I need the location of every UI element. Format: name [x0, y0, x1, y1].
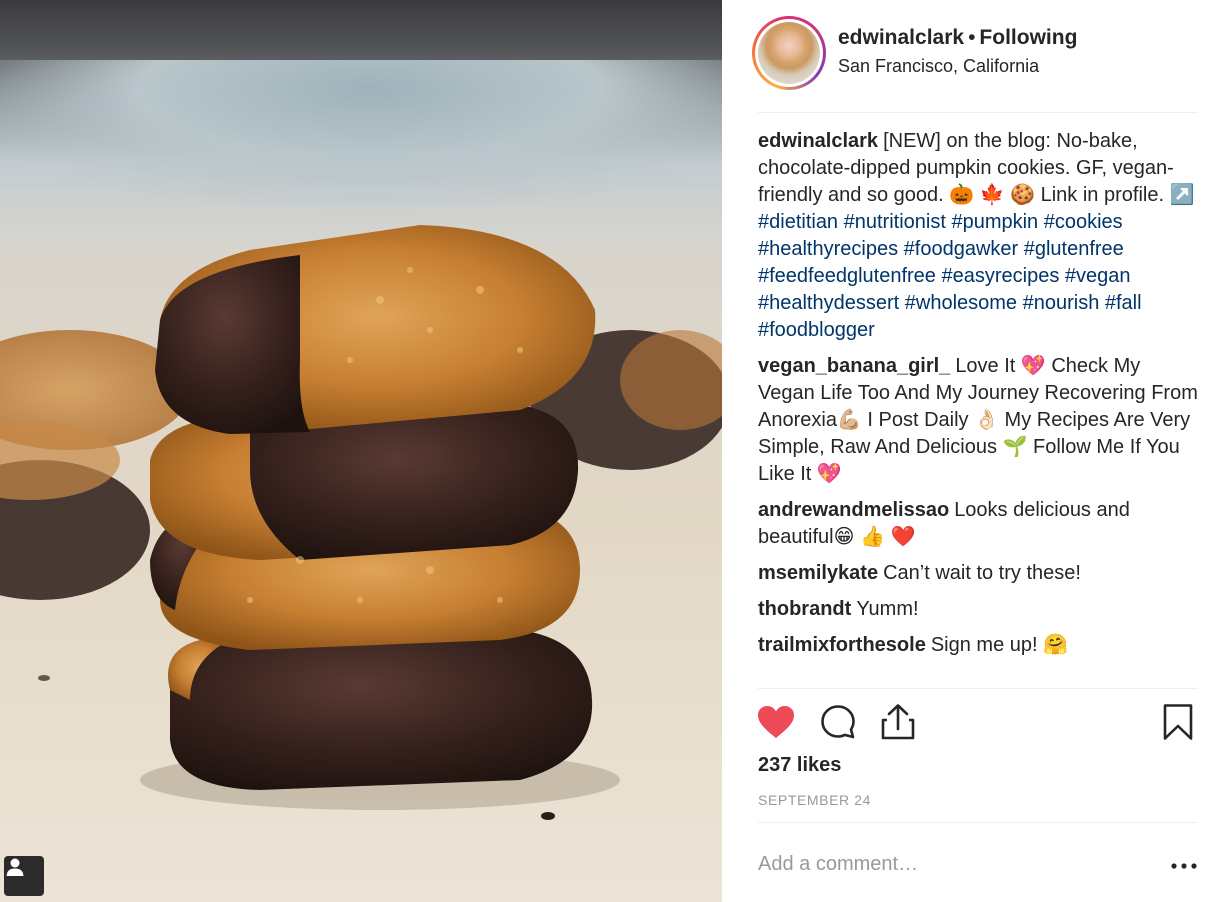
ellipsis-icon — [1171, 863, 1197, 869]
comment-username[interactable]: andrewandmelissao — [758, 499, 949, 521]
post-header: edwinalclark • Following San Francisco, Ca… — [722, 0, 1228, 112]
post-photo[interactable] — [0, 0, 722, 902]
add-comment-input[interactable] — [758, 848, 1158, 880]
comment-username[interactable]: thobrandt — [758, 598, 851, 620]
user-tag-icon[interactable] — [4, 856, 44, 896]
divider — [758, 688, 1198, 689]
post-date[interactable]: SEPTEMBER 24 — [758, 792, 871, 808]
caption: edwinalclark [NEW] on the blog: No-bake, … — [758, 128, 1200, 344]
action-bar — [754, 700, 1204, 746]
bookmark-icon[interactable] — [1158, 702, 1198, 742]
comment-item: msemilykate Can’t wait to try these! — [758, 560, 1200, 587]
location-link[interactable]: San Francisco, California — [838, 56, 1077, 77]
story-ring[interactable] — [752, 16, 826, 90]
divider — [758, 822, 1198, 823]
avatar[interactable] — [758, 22, 820, 84]
caption-hashtags[interactable]: #dietitian #nutritionist #pumpkin #cooki… — [758, 211, 1142, 341]
comments-list[interactable]: edwinalclark [NEW] on the blog: No-bake, … — [758, 128, 1200, 688]
following-button[interactable]: Following — [979, 26, 1077, 49]
likes-count[interactable]: 237 likes — [758, 754, 841, 777]
comment-text: Can’t wait to try these! — [883, 562, 1081, 584]
comment-item: andrewandmelissao Looks delicious and bea… — [758, 497, 1200, 551]
comment-text: Sign me up! 🤗 — [930, 634, 1069, 656]
post-detail-panel: edwinalclark • Following San Francisco, Ca… — [722, 0, 1228, 902]
comment-item: trailmixforthesole Sign me up! 🤗 — [758, 632, 1200, 659]
comment-text: Yumm! — [856, 598, 919, 620]
separator-dot: • — [968, 26, 976, 49]
heart-filled-icon[interactable] — [756, 702, 796, 742]
share-upload-icon[interactable] — [878, 702, 918, 742]
comment-username[interactable]: vegan_banana_girl_ — [758, 355, 950, 377]
divider — [758, 112, 1198, 113]
more-options-button[interactable] — [1168, 852, 1200, 880]
comment-item: thobrandt Yumm! — [758, 596, 1200, 623]
comment-bubble-icon[interactable] — [818, 702, 858, 742]
comment-username[interactable]: msemilykate — [758, 562, 878, 584]
comment-item: vegan_banana_girl_ Love It 💖 Check My Veg… — [758, 353, 1200, 488]
comment-username[interactable]: trailmixforthesole — [758, 634, 926, 656]
header-text: edwinalclark • Following San Francisco, Ca… — [838, 26, 1077, 77]
caption-username[interactable]: edwinalclark — [758, 130, 878, 152]
cookie-stack-illustration — [0, 225, 722, 820]
author-username[interactable]: edwinalclark — [838, 26, 964, 49]
